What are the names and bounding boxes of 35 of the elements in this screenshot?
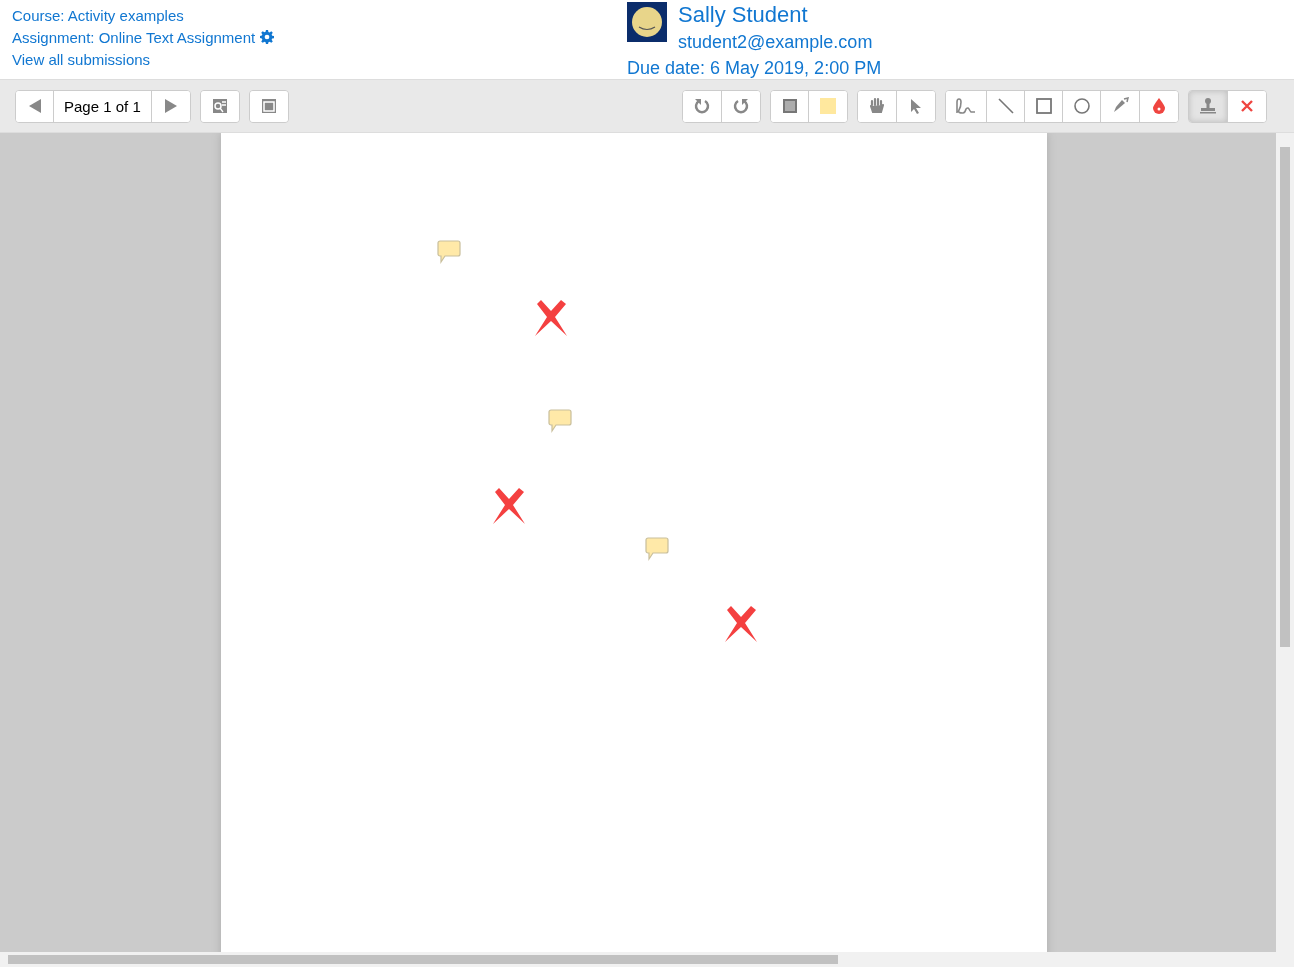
header-link[interactable]: View all submissions xyxy=(12,50,151,68)
pen-tool-button[interactable] xyxy=(946,90,987,122)
cross-icon xyxy=(1240,99,1254,113)
vertical-scrollbar[interactable] xyxy=(1276,133,1294,952)
user-name[interactable]: Sally Student xyxy=(678,2,873,28)
rotate-left-icon xyxy=(693,97,711,115)
window-icon xyxy=(260,98,277,114)
rotate-left-tool-button[interactable] xyxy=(683,90,722,122)
cross-stamp-icon[interactable] xyxy=(725,605,757,642)
circle-icon xyxy=(1073,98,1090,114)
search-comments-button[interactable] xyxy=(200,90,239,122)
hand-icon xyxy=(868,97,886,115)
previous-page-button[interactable] xyxy=(16,90,54,122)
avatar-icon xyxy=(627,2,667,42)
line-icon xyxy=(997,98,1014,114)
user-email: student2@example.com xyxy=(678,31,873,54)
settings-icon[interactable] xyxy=(260,30,275,44)
rotate-right-icon xyxy=(732,97,750,115)
right-triangle-icon xyxy=(162,98,179,114)
cursor-icon xyxy=(909,98,923,114)
cross-stamp-icon[interactable] xyxy=(535,299,567,336)
rectangle-icon xyxy=(1035,98,1052,114)
horizontal-scrollbar[interactable] xyxy=(0,952,1294,967)
header-link[interactable]: Assignment: Online Text Assignment xyxy=(12,28,256,46)
highlighter-icon xyxy=(1111,97,1129,115)
due-date: Due date: 6 May 2019, 2:00 PM xyxy=(627,57,882,80)
cross-stamp-icon[interactable] xyxy=(493,487,525,524)
comment-tool-button[interactable] xyxy=(771,90,809,122)
search-list-icon xyxy=(211,98,228,114)
header-link[interactable]: Course: Activity examples xyxy=(12,6,184,24)
stamp-icon xyxy=(1199,98,1217,114)
pan-tool-button[interactable] xyxy=(858,90,897,122)
stamp-tool-button[interactable] xyxy=(1189,90,1228,122)
expand-button[interactable] xyxy=(249,90,288,122)
pen-scribble-icon xyxy=(956,98,976,114)
